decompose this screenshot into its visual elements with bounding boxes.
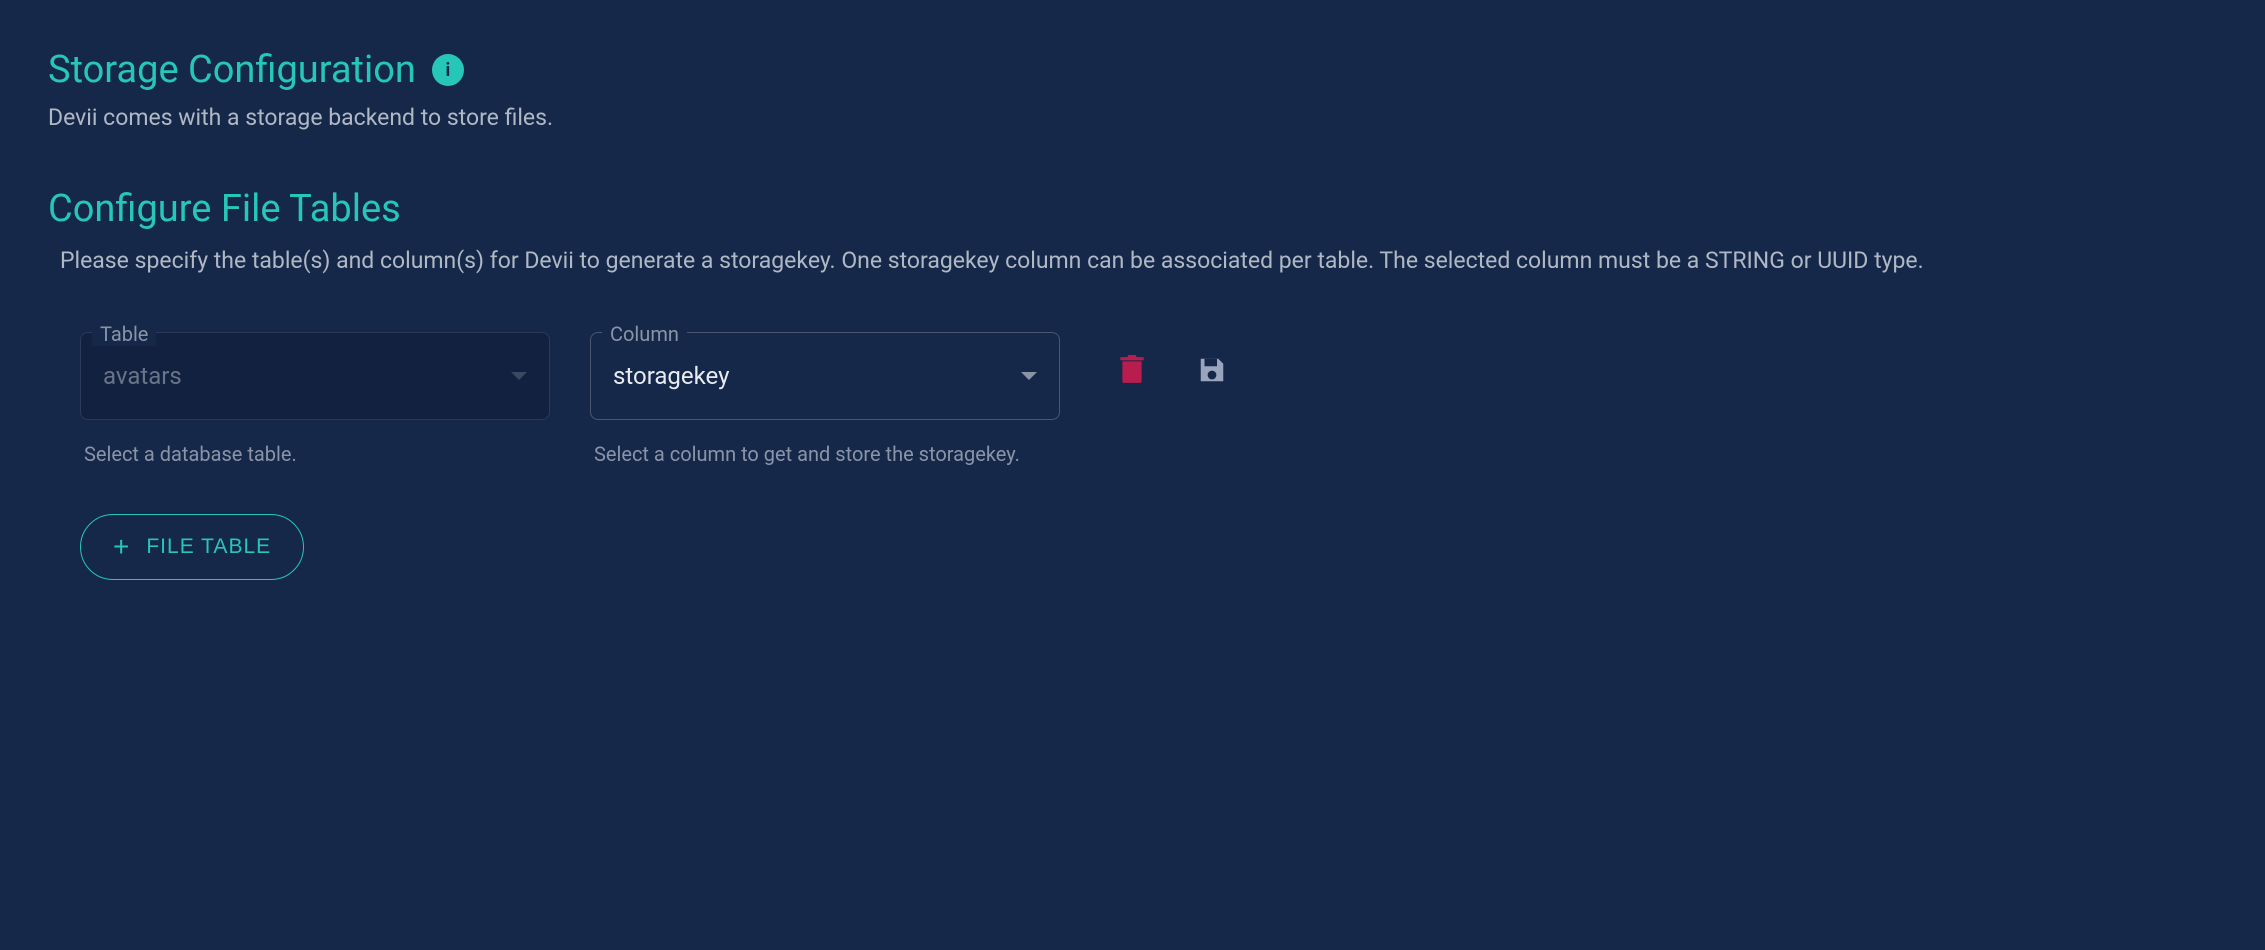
storage-config-title: Storage Configuration i: [48, 48, 2217, 92]
add-file-table-button[interactable]: + FILE TABLE: [80, 514, 304, 580]
column-select-value: storagekey: [613, 362, 729, 390]
table-label: Table: [92, 322, 156, 346]
column-label: Column: [602, 322, 687, 346]
chevron-down-icon: [511, 372, 527, 380]
save-button[interactable]: [1196, 354, 1228, 386]
file-table-row: Table avatars Select a database table. C…: [80, 322, 2217, 466]
configure-file-tables-title: Configure File Tables: [48, 187, 2217, 231]
column-hint: Select a column to get and store the sto…: [594, 442, 1060, 466]
save-icon: [1197, 355, 1227, 385]
info-icon[interactable]: i: [432, 54, 464, 86]
storage-config-title-text: Storage Configuration: [48, 48, 416, 92]
table-field-group: Table avatars Select a database table.: [80, 322, 550, 466]
trash-icon: [1119, 355, 1145, 385]
table-select-value: avatars: [103, 362, 182, 390]
row-actions: [1116, 322, 1228, 386]
delete-button[interactable]: [1116, 354, 1148, 386]
configure-file-tables-description: Please specify the table(s) and column(s…: [60, 243, 2217, 280]
table-hint: Select a database table.: [84, 442, 550, 466]
chevron-down-icon: [1021, 372, 1037, 380]
add-file-table-label: FILE TABLE: [146, 535, 271, 559]
column-field-group: Column storagekey Select a column to get…: [590, 322, 1060, 466]
plus-icon: +: [113, 533, 130, 561]
storage-config-description: Devii comes with a storage backend to st…: [48, 104, 2217, 131]
